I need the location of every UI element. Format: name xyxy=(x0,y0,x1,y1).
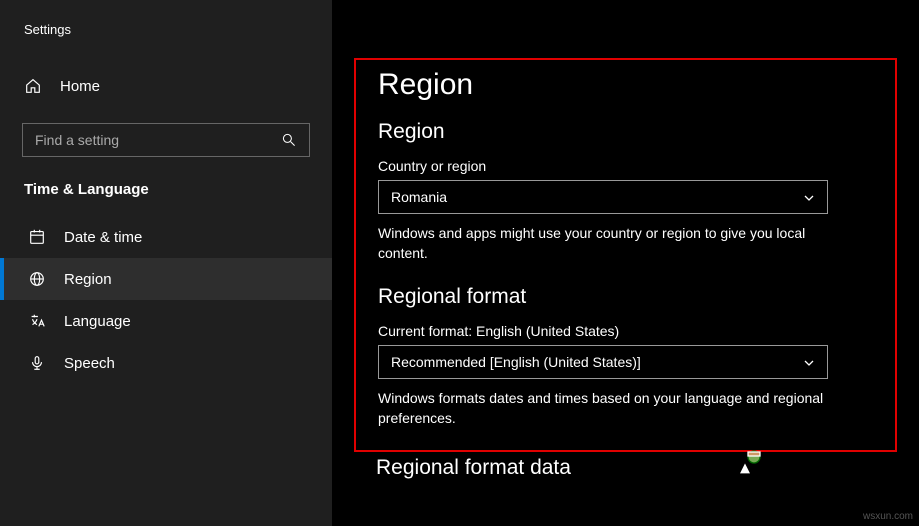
country-label: Country or region xyxy=(378,158,873,174)
format-help: Windows formats dates and times based on… xyxy=(378,389,828,428)
search-icon xyxy=(281,132,297,148)
nav-label: Region xyxy=(64,271,112,288)
watermark: wsxun.com xyxy=(863,511,913,522)
nav-label: Language xyxy=(64,313,131,330)
app-title: Settings xyxy=(0,22,332,67)
clock-icon xyxy=(28,228,46,246)
microphone-icon xyxy=(28,354,46,372)
format-data-heading: Regional format data xyxy=(376,456,915,480)
language-icon xyxy=(28,312,46,330)
nav-item-date-time[interactable]: Date & time xyxy=(0,216,332,258)
country-help: Windows and apps might use your country … xyxy=(378,224,828,263)
nav-item-speech[interactable]: Speech xyxy=(0,342,332,384)
search-box[interactable] xyxy=(22,123,310,157)
section-title: Time & Language xyxy=(0,181,332,216)
nav-label: Speech xyxy=(64,355,115,372)
home-icon xyxy=(24,77,42,95)
current-format-label: Current format: English (United States) xyxy=(378,323,873,339)
format-dropdown[interactable]: Recommended [English (United States)] xyxy=(378,345,828,379)
country-value: Romania xyxy=(391,189,447,205)
search-input[interactable] xyxy=(35,132,281,148)
format-value: Recommended [English (United States)] xyxy=(391,354,641,370)
regional-format-heading: Regional format xyxy=(378,285,873,309)
home-button[interactable]: Home xyxy=(0,67,332,105)
home-label: Home xyxy=(60,78,100,95)
chevron-down-icon xyxy=(803,191,815,203)
chevron-down-icon xyxy=(803,356,815,368)
nav-item-language[interactable]: Language xyxy=(0,300,332,342)
sidebar: Settings Home Time & Language Date & tim… xyxy=(0,0,332,526)
country-dropdown[interactable]: Romania xyxy=(378,180,828,214)
page-title: Region xyxy=(378,68,873,102)
nav-label: Date & time xyxy=(64,229,142,246)
highlight-box: Region Region Country or region Romania … xyxy=(354,58,897,452)
globe-icon xyxy=(28,270,46,288)
region-heading: Region xyxy=(378,120,873,144)
content-area: Region Region Country or region Romania … xyxy=(332,0,919,526)
nav-item-region[interactable]: Region xyxy=(0,258,332,300)
